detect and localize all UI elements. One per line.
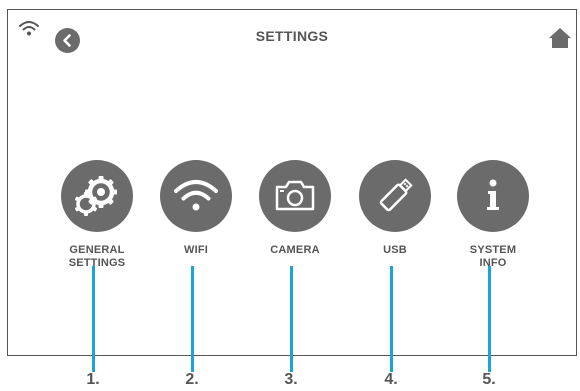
general-settings-label-line2: SETTINGS (68, 257, 126, 269)
wifi-label: WIFI (141, 244, 251, 257)
callout-number-2: 2. (185, 371, 199, 388)
system-info-label-line1: SYSTEM (469, 244, 517, 256)
callout-number-3: 3. (284, 371, 298, 388)
callout-number-5: 5. (482, 371, 496, 388)
camera-label: CAMERA (240, 244, 350, 257)
callout-line-1 (92, 266, 95, 372)
general-settings-label-line1: GENERAL (69, 244, 125, 256)
wifi-icon-circle (160, 160, 232, 232)
gears-icon (74, 176, 117, 216)
usb-tile[interactable]: USB (340, 160, 450, 257)
home-icon (549, 28, 571, 48)
general-settings-icon-circle (61, 160, 133, 232)
callout-line-2 (191, 266, 194, 372)
wifi-icon (174, 180, 218, 211)
general-settings-tile[interactable]: GENERAL SETTINGS (42, 160, 152, 270)
camera-icon-circle (259, 160, 331, 232)
page-title: SETTINGS (255, 28, 329, 44)
callout-number-4: 4. (384, 371, 398, 388)
usb-label: USB (340, 244, 450, 257)
callout-line-5 (488, 266, 491, 372)
camera-label-line1: CAMERA (270, 244, 320, 256)
usb-label-line1: USB (383, 244, 407, 256)
usb-icon-circle (359, 160, 431, 232)
camera-tile[interactable]: CAMERA (240, 160, 350, 257)
system-info-label-line2: INFO (479, 257, 507, 269)
info-icon (487, 179, 499, 210)
callout-number-1: 1. (86, 371, 100, 388)
system-info-icon-circle (457, 160, 529, 232)
wifi-label-line1: WIFI (183, 244, 208, 256)
system-info-label: SYSTEM INFO (438, 244, 548, 270)
usb-drive-icon (379, 178, 413, 212)
general-settings-label: GENERAL SETTINGS (42, 244, 152, 270)
home-button[interactable] (548, 27, 572, 49)
callout-line-3 (290, 266, 293, 372)
wifi-tile[interactable]: WIFI (141, 160, 251, 257)
system-info-tile[interactable]: SYSTEM INFO (438, 160, 548, 270)
callout-line-4 (390, 266, 393, 372)
camera-icon (275, 180, 315, 211)
